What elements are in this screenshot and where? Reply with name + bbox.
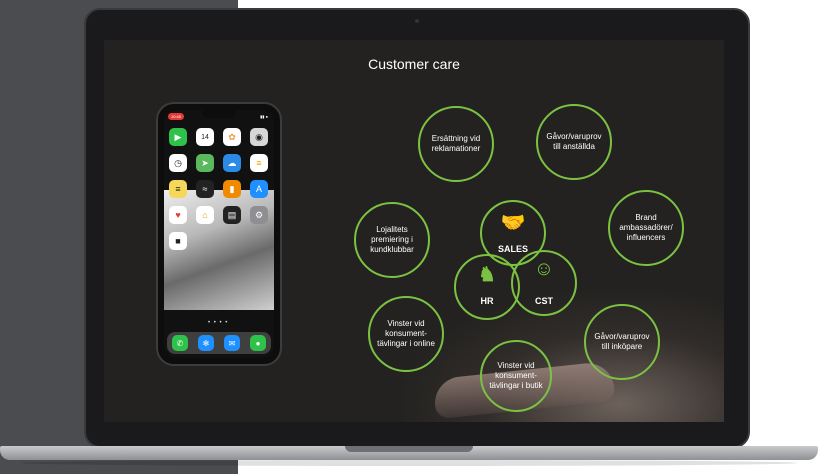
contacts-icon: ■	[169, 232, 187, 250]
core-cst: ☺ CST	[511, 250, 577, 316]
wallet-icon: ▤	[223, 206, 241, 224]
phone-call-icon: ✆	[172, 335, 188, 351]
circle-gavor-anstallda: Gåvor/varuprov till anställda	[536, 104, 612, 180]
circle-ersattning: Ersättning vid reklamationer	[418, 106, 494, 182]
maps-icon: ➤	[196, 154, 214, 172]
handshake-icon: 🤝	[500, 212, 526, 234]
home-icon: ⌂	[196, 206, 214, 224]
books-icon: ▮	[223, 180, 241, 198]
slide-title: Customer care	[368, 56, 460, 72]
circle-label: Gåvor/varuprov till anställda	[546, 132, 602, 151]
circle-vinster-butik: Vinster vid konsument-tävlingar i butik	[480, 340, 552, 412]
settings-icon: ⚙	[250, 206, 268, 224]
app-store-icon: A	[250, 180, 268, 198]
photos-icon: ✿	[223, 128, 241, 146]
page-dots: • • • •	[208, 320, 229, 326]
calendar-icon: 14	[196, 128, 214, 146]
team-growth-icon: ♞	[478, 264, 496, 286]
circle-lojalitets: Lojalitets premiering i kundklubbar	[354, 202, 430, 278]
circle-label: Gåvor/varuprov till inköpare	[594, 332, 650, 351]
phone-status-icons: ▮▮ ●	[260, 114, 268, 119]
weather-icon: ☁	[223, 154, 241, 172]
messages-icon: ●	[250, 335, 266, 351]
notes-icon: ≡	[169, 180, 187, 198]
headset-agent-icon: ☺	[533, 258, 555, 280]
clock-icon: ◷	[169, 154, 187, 172]
laptop-notch	[345, 446, 473, 452]
circle-label: Lojalitets premiering i kundklubbar	[370, 225, 414, 254]
circle-gavor-inkopare: Gåvor/varuprov till inköpare	[584, 304, 660, 380]
reminders-icon: ≡	[250, 154, 268, 172]
phone-screen: 10:45 ▮▮ ● ▶ 14 ✿ ◉ ◷ ➤ ☁ ≡ ≡ ≈ ▮ A ♥ ⌂	[164, 110, 274, 358]
circle-label: Vinster vid konsument-tävlingar i butik	[489, 361, 543, 390]
core-cst-label: CST	[535, 296, 553, 306]
camera-app-icon: ◉	[250, 128, 268, 146]
laptop-shadow	[20, 460, 798, 466]
stocks-icon: ≈	[196, 180, 214, 198]
phone-image: 10:45 ▮▮ ● ▶ 14 ✿ ◉ ◷ ➤ ☁ ≡ ≡ ≈ ▮ A ♥ ⌂	[156, 102, 282, 366]
health-icon: ♥	[169, 206, 187, 224]
circle-label: Vinster vid konsument-tävlingar i online	[377, 319, 435, 348]
page: Customer care 10:45 ▮▮ ● ▶ 14 ✿ ◉ ◷ ➤ ☁ …	[0, 0, 818, 474]
laptop-screen: Customer care 10:45 ▮▮ ● ▶ 14 ✿ ◉ ◷ ➤ ☁ …	[104, 40, 724, 422]
facetime-icon: ▶	[169, 128, 187, 146]
circle-label: Ersättning vid reklamationer	[431, 134, 481, 153]
phone-notch	[202, 110, 236, 118]
safari-icon: ✻	[198, 335, 214, 351]
app-grid: ▶ 14 ✿ ◉ ◷ ➤ ☁ ≡ ≡ ≈ ▮ A ♥ ⌂ ▤ ⚙ ■	[169, 128, 269, 250]
phone-time: 10:45	[168, 113, 185, 120]
circle-label: Brand ambassadörer/ influencers	[619, 213, 673, 242]
camera-icon	[415, 19, 419, 23]
mail-icon: ✉	[224, 335, 240, 351]
core-hr-label: HR	[480, 296, 494, 306]
circle-vinster-online: Vinster vid konsument-tävlingar i online	[368, 296, 444, 372]
circle-brand: Brand ambassadörer/ influencers	[608, 190, 684, 266]
phone-dock: ✆ ✻ ✉ ●	[167, 332, 271, 354]
core-hr: ♞ HR	[454, 254, 520, 320]
